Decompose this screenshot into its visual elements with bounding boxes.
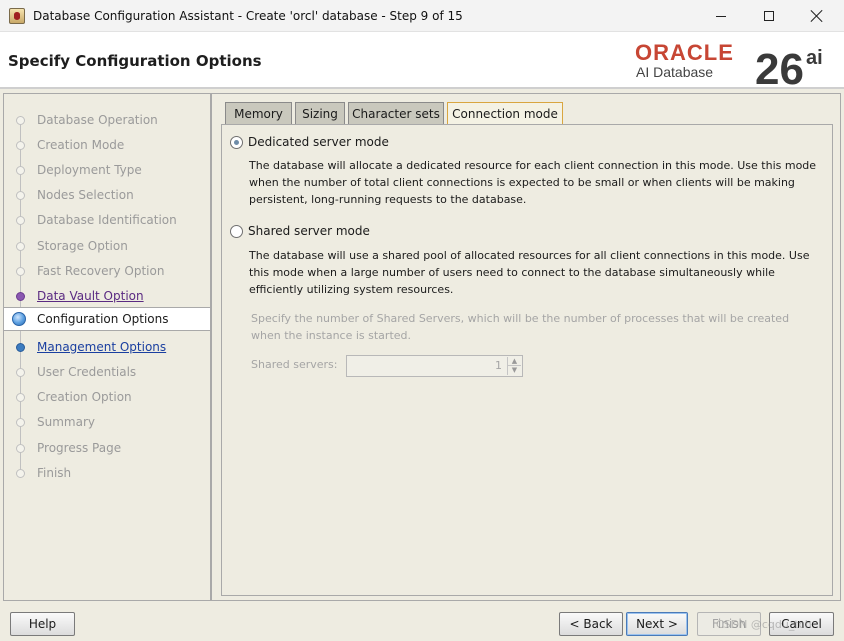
step-status-icon <box>16 267 25 276</box>
step-status-icon <box>12 312 26 326</box>
step-status-icon <box>16 444 25 453</box>
maximize-icon <box>764 11 774 21</box>
wizard-body: Database Operation Creation Mode Deploymen… <box>0 89 844 641</box>
step-label: Data Vault Option <box>37 289 144 303</box>
shared-server-radio[interactable] <box>230 224 243 238</box>
tab-memory[interactable]: Memory <box>225 102 292 124</box>
step-item: Nodes Selection <box>4 183 210 207</box>
step-status-icon <box>16 469 25 478</box>
step-status-icon <box>16 191 25 200</box>
spinner-up-icon[interactable]: ▲ <box>507 357 521 366</box>
step-item: Creation Mode <box>4 133 210 157</box>
step-item: Progress Page <box>4 436 210 460</box>
step-label: Database Identification <box>37 213 177 227</box>
step-label: Deployment Type <box>37 163 142 177</box>
dedicated-server-label: Dedicated server mode <box>248 135 389 149</box>
step-label: Fast Recovery Option <box>37 264 165 278</box>
app-icon <box>9 8 25 24</box>
step-item: Creation Option <box>4 385 210 409</box>
step-label: Creation Mode <box>37 138 125 152</box>
step-status-icon <box>16 418 25 427</box>
spinner-down-icon[interactable]: ▼ <box>507 366 521 375</box>
help-button[interactable]: Help <box>10 612 75 636</box>
step-status-icon <box>16 343 25 352</box>
step-label: Creation Option <box>37 390 132 404</box>
version-suffix: ai <box>805 47 823 69</box>
shared-servers-value: 1 <box>495 359 502 372</box>
step-item: Database Operation <box>4 108 210 132</box>
step-label: Nodes Selection <box>37 188 134 202</box>
minimize-button[interactable] <box>697 0 745 32</box>
shared-servers-label: Shared servers: <box>251 358 338 371</box>
step-item: Summary <box>4 410 210 434</box>
step-label: Finish <box>37 466 72 480</box>
tab-character-sets[interactable]: Character sets <box>348 102 444 124</box>
shared-servers-spinner[interactable]: 1 ▲ ▼ <box>346 355 523 377</box>
step-status-icon <box>16 116 25 125</box>
step-status-icon <box>16 216 25 225</box>
step-status-icon <box>16 166 25 175</box>
step-item: Fast Recovery Option <box>4 259 210 283</box>
steps-navigation: Database Operation Creation Mode Deploymen… <box>3 93 211 601</box>
version-badge: 26 ai <box>755 36 823 92</box>
product-name: AI Database <box>636 64 714 80</box>
content-panel: Memory Sizing Character sets Connection … <box>211 93 841 601</box>
step-item: Deployment Type <box>4 158 210 182</box>
close-button[interactable] <box>793 0 841 32</box>
step-item: Finish <box>4 461 210 485</box>
step-label: Progress Page <box>37 441 122 455</box>
maximize-button[interactable] <box>745 0 793 32</box>
tab-connection-mode[interactable]: Connection mode <box>447 102 563 124</box>
step-item[interactable]: Data Vault Option <box>4 284 210 308</box>
wizard-header: Specify Configuration Options ORACLE AI … <box>0 33 844 92</box>
back-button[interactable]: < Back <box>559 612 623 636</box>
step-label: User Credentials <box>37 365 137 379</box>
oracle-logo: ORACLE <box>635 40 734 65</box>
step-label: Storage Option <box>37 239 128 253</box>
step-item[interactable]: Configuration Options <box>4 307 210 331</box>
step-label: Configuration Options <box>37 312 169 326</box>
close-icon <box>811 10 823 22</box>
step-item[interactable]: Management Options <box>4 335 210 359</box>
minimize-icon <box>716 15 726 17</box>
step-label: Management Options <box>37 340 167 354</box>
step-status-icon <box>16 393 25 402</box>
step-label: Database Operation <box>37 113 158 127</box>
step-label: Summary <box>37 415 95 429</box>
connection-mode-panel: Dedicated server mode The database will … <box>221 124 833 596</box>
page-title: Specify Configuration Options <box>8 52 262 70</box>
watermark: CSDN @cqdu_tch <box>716 618 812 631</box>
step-item: Storage Option <box>4 234 210 258</box>
tab-sizing[interactable]: Sizing <box>295 102 345 124</box>
title-bar: Database Configuration Assistant - Creat… <box>0 0 844 32</box>
shared-server-option[interactable]: Shared server mode <box>230 222 370 240</box>
dedicated-server-radio[interactable] <box>230 135 243 149</box>
shared-server-description: The database will use a shared pool of a… <box>249 249 810 296</box>
next-button[interactable]: Next > <box>626 612 688 636</box>
step-item: Database Identification <box>4 208 210 232</box>
step-status-icon <box>16 242 25 251</box>
step-status-icon <box>16 292 25 301</box>
shared-server-label: Shared server mode <box>248 224 370 238</box>
window-title: Database Configuration Assistant - Creat… <box>33 9 463 23</box>
step-item: User Credentials <box>4 360 210 384</box>
dedicated-server-description: The database will allocate a dedicated r… <box>249 159 817 206</box>
shared-servers-hint: Specify the number of Shared Servers, wh… <box>251 312 790 342</box>
step-status-icon <box>16 141 25 150</box>
step-status-icon <box>16 368 25 377</box>
dedicated-server-option[interactable]: Dedicated server mode <box>230 133 389 151</box>
